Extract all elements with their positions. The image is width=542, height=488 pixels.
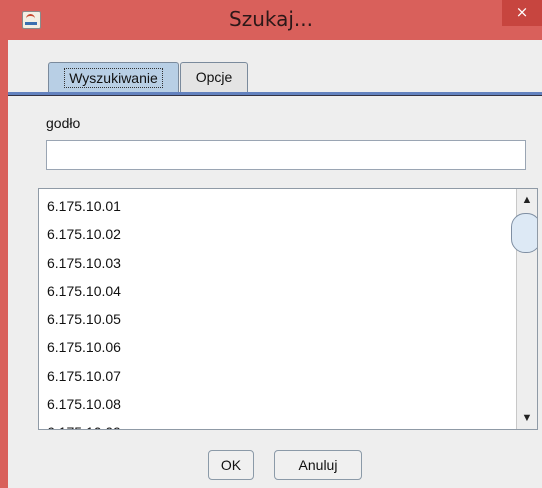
ok-button[interactable]: OK — [208, 450, 254, 480]
godlo-input[interactable] — [46, 140, 526, 170]
list-item[interactable]: 6.175.10.02 — [39, 220, 515, 248]
tab-underline — [8, 92, 542, 96]
tab-label: Wyszukiwanie — [64, 68, 163, 88]
tab-wyszukiwanie[interactable]: Wyszukiwanie — [48, 62, 179, 93]
tab-opcje[interactable]: Opcje — [180, 62, 248, 93]
results-list[interactable]: 6.175.10.01 6.175.10.02 6.175.10.03 6.17… — [38, 188, 538, 430]
window-title: Szukaj... — [229, 7, 313, 31]
close-button[interactable]: × — [502, 0, 542, 26]
list-item[interactable]: 6.175.10.07 — [39, 362, 515, 390]
list-item[interactable]: 6.175.10.03 — [39, 249, 515, 277]
title-bar[interactable]: Szukaj... × — [0, 0, 542, 40]
dialog-content: Wyszukiwanie Opcje godło 6.175.10.01 6.1… — [8, 40, 542, 488]
vertical-scrollbar[interactable]: ▲ ▼ — [511, 189, 537, 429]
scroll-up-icon[interactable]: ▲ — [517, 189, 537, 211]
list-item[interactable]: 6.175.10.06 — [39, 333, 515, 361]
list-item[interactable]: 6.175.10.08 — [39, 390, 515, 418]
list-item[interactable]: 6.175.10.04 — [39, 277, 515, 305]
list-item[interactable]: 6.175.10.05 — [39, 305, 515, 333]
list-item[interactable]: 6.175.10.01 — [39, 192, 515, 220]
scroll-thumb[interactable] — [511, 213, 537, 253]
cancel-button[interactable]: Anuluj — [274, 450, 362, 480]
godlo-label: godło — [46, 115, 81, 131]
scroll-down-icon[interactable]: ▼ — [517, 407, 537, 429]
search-dialog: Szukaj... × Wyszukiwanie Opcje godło 6.1… — [0, 0, 542, 488]
list-item[interactable]: 6.175.10.09 — [39, 418, 515, 429]
list-items-container: 6.175.10.01 6.175.10.02 6.175.10.03 6.17… — [39, 189, 515, 429]
